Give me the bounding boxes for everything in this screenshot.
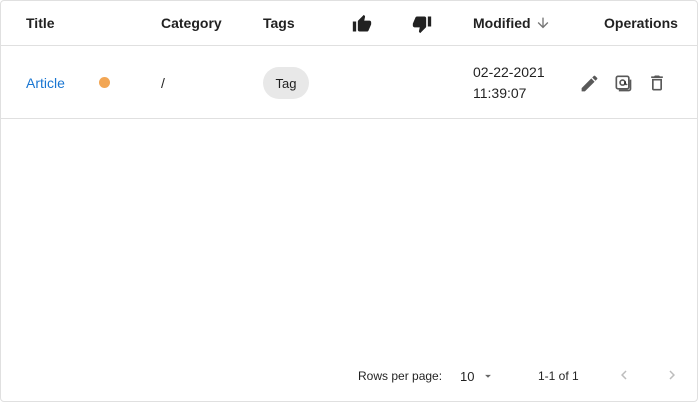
column-operations-header: Operations [604,15,678,31]
chevron-left-icon[interactable] [614,365,634,385]
arrow-down-icon[interactable] [534,14,552,32]
table-header: Title Category Tags Modified Operations [1,1,697,46]
column-title-header[interactable]: Title [26,14,55,32]
modified-time: 11:39:07 [473,85,527,101]
rows-per-page-select[interactable]: 10 [460,369,474,384]
chevron-right-icon[interactable] [662,365,682,385]
thumb-up-icon[interactable] [351,13,373,35]
chevron-down-icon[interactable] [480,368,496,384]
modified-date: 02-22-2021 [473,64,545,80]
at-sign-icon[interactable] [611,71,635,95]
pagination-range: 1-1 of 1 [538,369,579,383]
thumb-down-icon[interactable] [411,13,433,35]
pencil-icon[interactable] [577,71,601,95]
column-tags-header[interactable]: Tags [263,14,295,32]
article-title-link[interactable]: Article [26,74,65,92]
rows-per-page-label: Rows per page: [358,369,443,383]
tag-chip[interactable]: Tag [263,67,309,99]
table-row: Article / Tag 02-22-2021 11:39:07 [1,46,697,119]
trash-icon[interactable] [645,71,669,95]
articles-table: Title Category Tags Modified Operations … [0,0,698,402]
pagination-bar: Rows per page: 10 1-1 of 1 [1,356,697,396]
status-dot [99,77,110,88]
column-category-header[interactable]: Category [161,14,222,32]
column-modified-header[interactable]: Modified [473,14,531,32]
category-cell: / [161,75,165,91]
